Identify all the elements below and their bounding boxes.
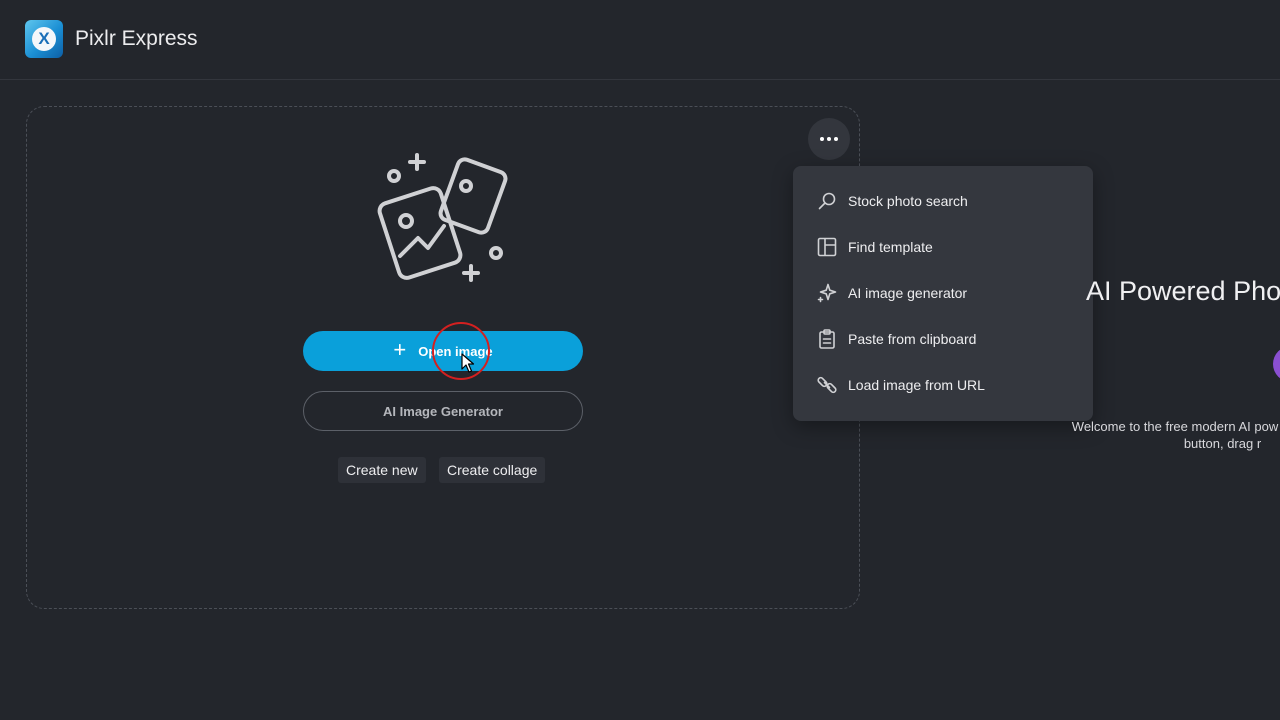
hero-heading: AI Powered Pho bbox=[1086, 276, 1280, 306]
menu-item-label: AI image generator bbox=[848, 285, 968, 301]
more-options-button[interactable] bbox=[808, 118, 850, 160]
more-dot bbox=[834, 137, 838, 141]
menu-item-stock-photo-search[interactable]: Stock photo search bbox=[793, 178, 1093, 224]
plus-icon: + bbox=[393, 337, 407, 362]
more-dot bbox=[827, 137, 831, 141]
menu-item-label: Load image from URL bbox=[848, 377, 985, 393]
welcome-text: Welcome to the free modern AI pow button… bbox=[1010, 418, 1280, 452]
app-title: Pixlr Express bbox=[75, 27, 198, 50]
top-bar: X Pixlr Express bbox=[0, 0, 1280, 80]
menu-item-label: Find template bbox=[848, 239, 933, 255]
menu-item-label: Stock photo search bbox=[848, 193, 968, 209]
more-dots-icon bbox=[820, 137, 824, 141]
mouse-cursor-icon bbox=[461, 353, 475, 373]
pixlr-logo[interactable]: X bbox=[25, 20, 63, 58]
link-icon bbox=[817, 376, 837, 394]
welcome-line-1: Welcome to the free modern AI pow bbox=[1071, 419, 1279, 434]
clipboard-icon bbox=[819, 329, 835, 349]
create-new-button[interactable]: Create new bbox=[338, 457, 426, 483]
welcome-line-2: button, drag r bbox=[1183, 436, 1262, 451]
search-icon bbox=[818, 192, 836, 210]
more-options-menu: Stock photo search Find template AI imag… bbox=[793, 166, 1093, 421]
menu-item-load-image-from-url[interactable]: Load image from URL bbox=[793, 362, 1093, 408]
create-collage-button[interactable]: Create collage bbox=[439, 457, 546, 483]
template-icon bbox=[817, 237, 837, 257]
images-illustration-icon bbox=[377, 153, 508, 282]
logo-letter: X bbox=[32, 27, 56, 51]
menu-item-paste-from-clipboard[interactable]: Paste from clipboard bbox=[793, 316, 1093, 362]
menu-item-ai-image-generator[interactable]: AI image generator bbox=[793, 270, 1093, 316]
menu-item-label: Paste from clipboard bbox=[848, 331, 977, 347]
sparkle-icon bbox=[817, 283, 837, 303]
avatar bbox=[1273, 346, 1280, 382]
menu-item-find-template[interactable]: Find template bbox=[793, 224, 1093, 270]
ai-image-generator-button[interactable]: AI Image Generator bbox=[303, 391, 583, 431]
